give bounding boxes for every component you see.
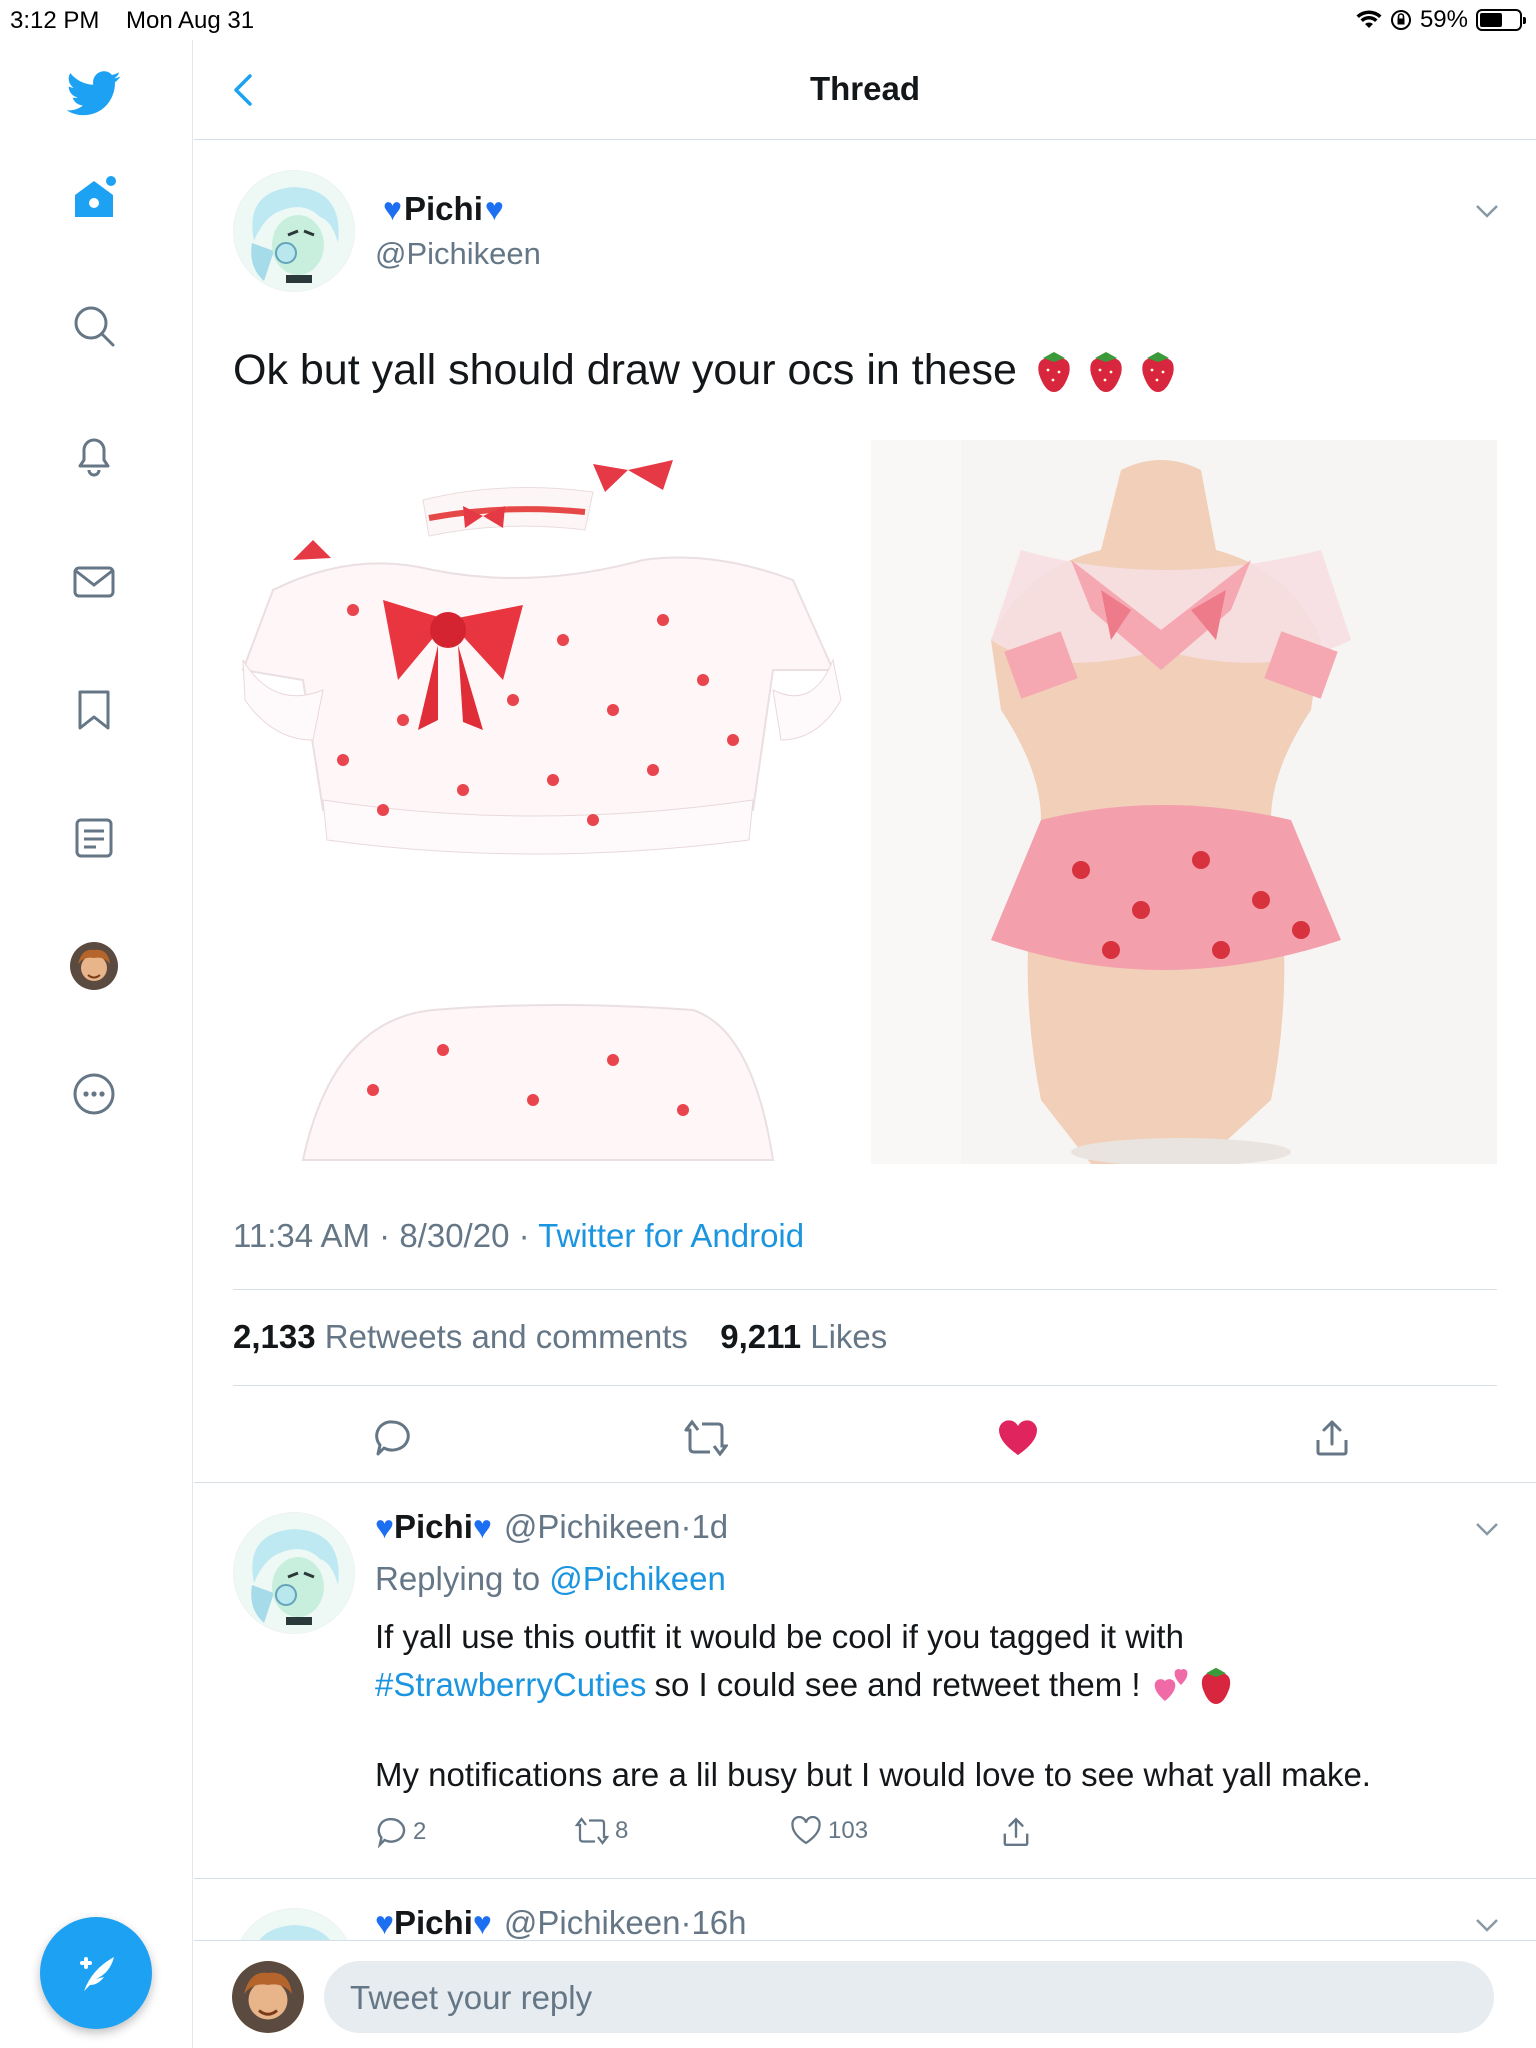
home-icon[interactable] bbox=[66, 170, 122, 226]
blue-heart-icon: ♥ bbox=[375, 1508, 394, 1545]
my-avatar[interactable] bbox=[232, 1961, 304, 2033]
blue-heart-icon: ♥ bbox=[484, 190, 504, 227]
like-button[interactable] bbox=[996, 1416, 1040, 1460]
chevron-down-icon[interactable] bbox=[1472, 1514, 1502, 1544]
reply-avatar-art bbox=[234, 1513, 354, 1633]
reply-bubble-icon bbox=[377, 1817, 406, 1848]
chevron-down-icon[interactable] bbox=[1472, 1910, 1502, 1940]
reply-composer-bar: Tweet your reply bbox=[194, 1940, 1536, 2048]
blue-heart-icon: ♥ bbox=[383, 190, 402, 227]
reply-author-handle[interactable]: @Pichikeen bbox=[504, 1904, 681, 1942]
heart-filled-icon bbox=[999, 1420, 1037, 1455]
author-avatar-art bbox=[234, 171, 354, 291]
tweet-stats: 2,133 Retweets and comments 9,211 Likes bbox=[233, 1318, 887, 1356]
thread-header: Thread bbox=[194, 40, 1536, 140]
reply-reply-button[interactable]: 2 bbox=[375, 1816, 426, 1848]
more-options-icon[interactable] bbox=[66, 1066, 122, 1122]
tweet-media[interactable] bbox=[233, 440, 1497, 1164]
reply-share-button[interactable] bbox=[1000, 1816, 1032, 1848]
crop-top-image bbox=[241, 460, 842, 1161]
two-hearts-emoji-icon bbox=[1154, 1669, 1187, 1701]
divider bbox=[233, 1289, 1497, 1290]
strawberry-emoji-icon bbox=[1038, 351, 1070, 392]
tweet-time: 11:34 AM bbox=[233, 1217, 370, 1254]
search-icon[interactable] bbox=[66, 298, 122, 354]
reply-like-button[interactable]: 103 bbox=[790, 1816, 868, 1846]
strawberry-emoji-icon bbox=[1142, 351, 1174, 392]
messages-envelope-icon[interactable] bbox=[66, 554, 122, 610]
compose-feather-icon bbox=[80, 1957, 114, 1991]
tweet-date: 8/30/20 bbox=[399, 1217, 510, 1254]
reply-author-line: ♥ Pichi ♥ @Pichikeen · 16h bbox=[375, 1904, 747, 1942]
reply-author-avatar[interactable] bbox=[233, 1512, 355, 1634]
strawberry-emoji-row bbox=[1033, 348, 1179, 394]
reply-author-line: ♥ Pichi ♥ @Pichikeen · 1d bbox=[375, 1508, 729, 1546]
retweet-icon bbox=[575, 1817, 609, 1845]
notifications-bell-icon[interactable] bbox=[66, 426, 122, 482]
media-photo-crop-top[interactable] bbox=[233, 440, 863, 1164]
replying-to-link[interactable]: @Pichikeen bbox=[549, 1560, 726, 1597]
retweet-button[interactable] bbox=[684, 1416, 728, 1460]
reply-input[interactable]: Tweet your reply bbox=[324, 1961, 1494, 2033]
status-date: Mon Aug 31 bbox=[126, 7, 255, 34]
reply-button[interactable] bbox=[370, 1416, 414, 1460]
profile-avatar-icon[interactable] bbox=[66, 938, 122, 994]
strawberry-emoji-icon bbox=[1090, 351, 1122, 392]
blue-heart-icon: ♥ bbox=[472, 1508, 492, 1545]
share-icon bbox=[1316, 1420, 1348, 1456]
page-title: Thread bbox=[809, 70, 921, 107]
author-handle[interactable]: @Pichikeen bbox=[375, 236, 541, 272]
reply-age: 1d bbox=[691, 1508, 729, 1545]
reply-author-name[interactable]: Pichi bbox=[394, 1508, 473, 1546]
reply-author-handle[interactable]: @Pichikeen bbox=[504, 1508, 681, 1546]
reply-age: 16h bbox=[691, 1904, 747, 1941]
wifi-icon bbox=[1356, 10, 1382, 28]
tweet-text: Ok but yall should draw your ocs in thes… bbox=[233, 346, 1179, 395]
status-bar: 3:12 PM Mon Aug 31 59% bbox=[0, 0, 1536, 40]
share-icon bbox=[1003, 1817, 1029, 1846]
divider bbox=[194, 1878, 1536, 1879]
author-name[interactable]: ♥ Pichi ♥ bbox=[383, 190, 504, 228]
orientation-lock-icon bbox=[1390, 10, 1411, 30]
battery-percent: 59% bbox=[1419, 6, 1468, 33]
retweet-icon bbox=[684, 1419, 728, 1457]
reply-retweet-button[interactable]: 8 bbox=[575, 1816, 628, 1846]
twitter-bird-icon[interactable] bbox=[66, 66, 122, 122]
status-indicators: 59% bbox=[1356, 6, 1526, 34]
media-photo-mannequin[interactable] bbox=[871, 440, 1497, 1164]
tweet-meta: 11:34 AM · 8/30/20 · Twitter for Android bbox=[233, 1217, 805, 1254]
compose-tweet-button[interactable] bbox=[40, 1917, 152, 2029]
sidebar bbox=[0, 40, 193, 2048]
blue-heart-icon: ♥ bbox=[472, 1904, 492, 1941]
share-button[interactable] bbox=[1310, 1416, 1354, 1460]
battery-icon bbox=[1476, 9, 1526, 31]
my-avatar-art bbox=[232, 1961, 304, 2033]
strawberry-emoji-icon bbox=[1201, 1667, 1230, 1704]
divider bbox=[194, 1482, 1536, 1483]
reply-author-name[interactable]: Pichi bbox=[394, 1904, 473, 1942]
hashtag-link[interactable]: #StrawberryCuties bbox=[375, 1666, 646, 1704]
status-time: 3:12 PM bbox=[10, 7, 100, 34]
reply-text-line2: #StrawberryCuties so I could see and ret… bbox=[375, 1664, 1235, 1706]
reply-text-line3: My notifications are a lil busy but I wo… bbox=[375, 1756, 1371, 1793]
heart-outline-icon bbox=[791, 1816, 821, 1845]
likes-stat[interactable]: 9,211 Likes bbox=[720, 1318, 887, 1355]
reply-text-line1: If yall use this outfit it would be cool… bbox=[375, 1618, 1184, 1655]
mannequin-image bbox=[871, 440, 1497, 1164]
reply-bubble-icon bbox=[375, 1420, 410, 1456]
divider bbox=[233, 1385, 1497, 1386]
chevron-down-icon[interactable] bbox=[1472, 196, 1502, 226]
replying-to-line: Replying to @Pichikeen bbox=[375, 1560, 726, 1597]
blue-heart-icon: ♥ bbox=[375, 1904, 394, 1941]
tweet-source-link[interactable]: Twitter for Android bbox=[538, 1217, 804, 1254]
lists-icon[interactable] bbox=[66, 810, 122, 866]
bookmarks-icon[interactable] bbox=[66, 682, 122, 738]
author-avatar[interactable] bbox=[233, 170, 355, 292]
retweets-stat[interactable]: 2,133 Retweets and comments bbox=[233, 1318, 688, 1355]
